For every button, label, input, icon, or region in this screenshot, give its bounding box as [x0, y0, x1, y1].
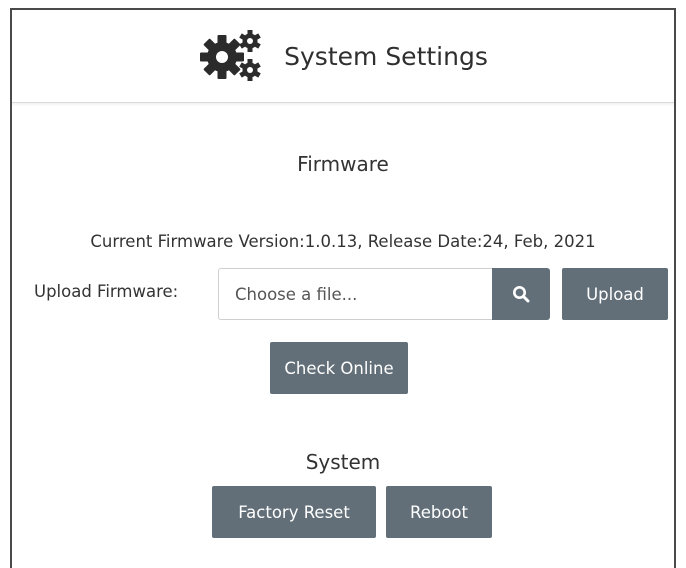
page-header: System Settings — [12, 10, 674, 103]
firmware-file-input[interactable]: Choose a file... — [218, 268, 494, 320]
browse-file-button[interactable] — [492, 268, 550, 320]
upload-button[interactable]: Upload — [562, 268, 668, 320]
firmware-section-title: Firmware — [297, 152, 389, 176]
firmware-version-text: Current Firmware Version:1.0.13, Release… — [90, 232, 596, 251]
check-online-button[interactable]: Check Online — [270, 342, 408, 394]
page-title: System Settings — [284, 41, 488, 71]
reboot-button[interactable]: Reboot — [386, 486, 492, 538]
settings-panel: System Settings Firmware Current Firmwar… — [10, 8, 676, 568]
upload-firmware-label: Upload Firmware: — [34, 282, 179, 301]
gears-icon — [198, 26, 264, 86]
search-icon — [513, 286, 530, 303]
factory-reset-button[interactable]: Factory Reset — [212, 486, 376, 538]
system-section-title: System — [305, 450, 381, 474]
